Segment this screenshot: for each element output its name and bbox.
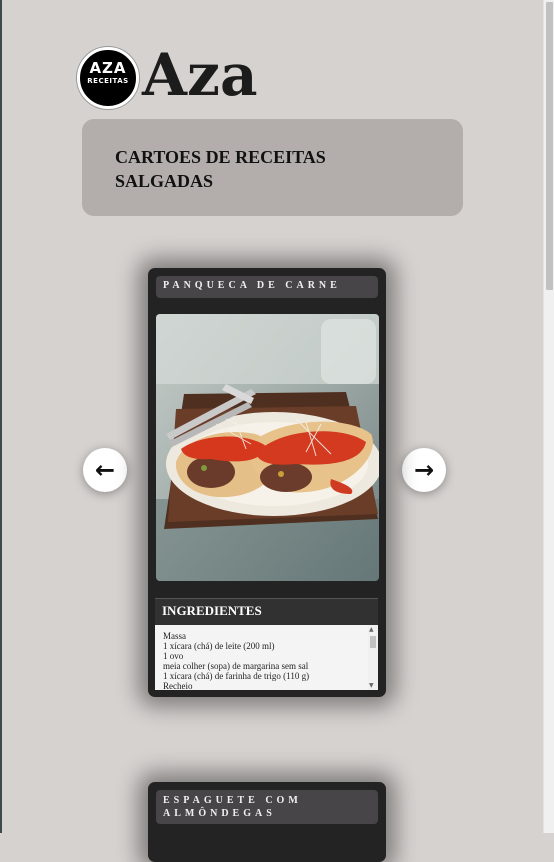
ingredient-line: meia colher (sopa) de margarina sem sal: [163, 661, 309, 671]
ingredients-header: INGREDIENTES: [155, 598, 378, 625]
ingredient-line: 1 xícara (chá) de leite (200 ml): [163, 641, 275, 651]
logo-text-sub: RECEITAS: [87, 77, 129, 85]
ingredient-line: Recheio: [163, 681, 193, 690]
ingredients-scroll-thumb[interactable]: [370, 636, 376, 648]
page-scrollbar[interactable]: [543, 0, 554, 833]
next-arrow-button[interactable]: →: [402, 448, 446, 492]
arrow-left-icon: ←: [94, 456, 116, 484]
page-scroll-thumb[interactable]: [546, 2, 553, 290]
ingredients-scrollbar[interactable]: ▲ ▼: [368, 625, 378, 690]
ingredients-text: Massa 1 xícara (chá) de leite (200 ml) 1…: [163, 631, 363, 690]
ingredients-heading: INGREDIENTES: [162, 603, 262, 618]
section-banner: CARTOES DE RECEITAS SALGADAS: [82, 119, 463, 216]
ingredient-line: 1 ovo: [163, 651, 184, 661]
logo-text-main: AZA: [89, 59, 127, 77]
recipe-title: PANQUECA DE CARNE: [163, 280, 341, 291]
recipe-card: PANQUECA DE CARNE INGREDIENTES Massa 1 x…: [148, 268, 386, 697]
section-title: CARTOES DE RECEITAS SALGADAS: [115, 147, 326, 191]
brand-name: Aza: [142, 41, 258, 109]
ingredient-line: Massa: [163, 631, 186, 641]
brand-logo[interactable]: AZA RECEITAS: [77, 47, 139, 109]
scroll-up-icon[interactable]: ▲: [369, 626, 374, 633]
prev-arrow-button[interactable]: ←: [83, 448, 127, 492]
recipe-card-header: PANQUECA DE CARNE: [156, 276, 378, 298]
scroll-down-icon[interactable]: ▼: [369, 682, 374, 689]
window-edge: [0, 0, 2, 833]
arrow-right-icon: →: [413, 456, 435, 484]
recipe-title: ESPAGUETE COM ALMÔNDEGAS: [163, 795, 302, 819]
ingredients-list[interactable]: Massa 1 xícara (chá) de leite (200 ml) 1…: [155, 625, 378, 690]
recipe-card-next: ESPAGUETE COM ALMÔNDEGAS: [148, 782, 386, 862]
recipe-card-header: ESPAGUETE COM ALMÔNDEGAS: [156, 790, 378, 824]
recipe-photo: [156, 314, 379, 581]
ingredient-line: 1 xícara (chá) de farinha de trigo (110 …: [163, 671, 310, 681]
